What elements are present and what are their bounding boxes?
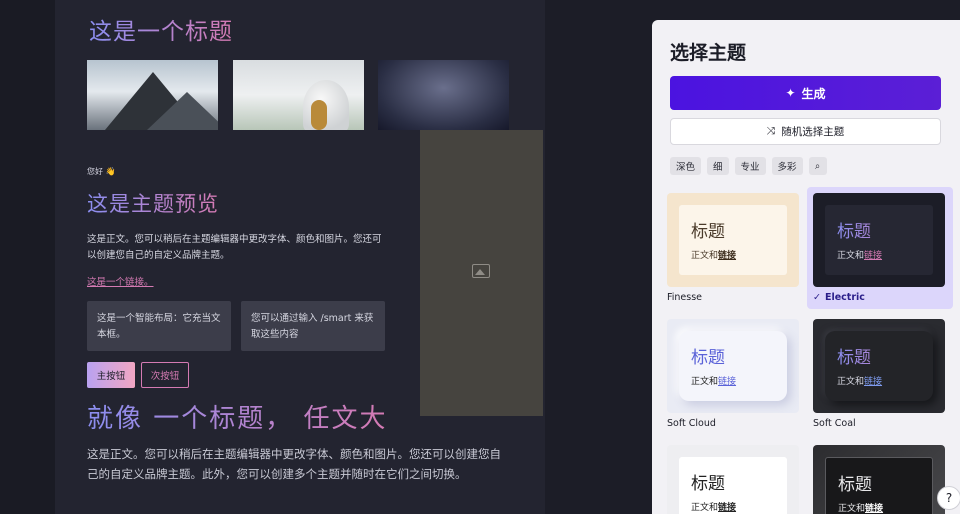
generate-button[interactable]: ✦ 生成 — [670, 76, 941, 110]
long-body-text: 这是正文。您可以稍后在主题编辑器中更改字体、颜色和图片。您还可以创建您自己的自定… — [87, 447, 501, 481]
random-theme-button[interactable]: ⤨ 随机选择主题 — [670, 118, 941, 145]
primary-button[interactable]: 主按钮 — [87, 362, 135, 388]
astronaut-image — [233, 60, 364, 130]
hero-title: 这是一个标题 — [89, 12, 233, 46]
canvas-background — [545, 0, 652, 514]
smart-layout-box: 这是一个智能布局：它充当文本框。 — [87, 301, 231, 351]
theme-card-soft-coal[interactable]: 标题 正文和链接 Soft Coal — [813, 319, 945, 429]
help-button[interactable]: ? — [937, 486, 960, 510]
theme-card[interactable]: 标题 正文和链接 — [667, 445, 799, 514]
image-placeholder[interactable] — [420, 130, 543, 416]
theme-thumbnail: 标题 正文和链接 — [667, 445, 799, 514]
card-title: 标题 — [691, 474, 725, 494]
preview-body-text: 这是正文。您可以稍后在主题编辑器中更改字体、颜色和图片。您还可以创建您自己的自定… — [87, 234, 382, 261]
filter-chip-colorful[interactable]: 多彩 — [771, 157, 803, 175]
theme-thumbnail: 标题 正文和链接 — [667, 193, 799, 287]
card-title: 标题 — [837, 343, 921, 368]
card-body: 正文和链接 — [691, 251, 737, 261]
smart-layout-box: 您可以通过输入 /smart 来获取这些内容 — [241, 301, 385, 351]
theme-picker-panel: 选择主题 ✦ 生成 ⤨ 随机选择主题 深色 细 专业 多彩 ⌕ 标题 正文和链接… — [652, 20, 960, 514]
theme-name: Soft Cloud — [667, 418, 716, 429]
card-title: 标题 — [838, 475, 872, 495]
card-body: 正文和链接 — [838, 504, 884, 514]
theme-name: ✓ Electric — [813, 292, 865, 303]
filter-chip-professional[interactable]: 专业 — [734, 157, 766, 175]
theme-thumbnail: 标题 正文和链接 — [813, 319, 945, 413]
secondary-button[interactable]: 次按钮 — [141, 362, 189, 388]
sparkle-icon: ✦ — [785, 86, 796, 100]
theme-preview-canvas: 这是一个标题 您好 👋 这是主题预览 这是正文。您可以稍后在主题编辑器中更改字体… — [55, 0, 545, 514]
card-title: 标题 — [691, 222, 725, 242]
filter-chips: 深色 细 专业 多彩 ⌕ — [670, 157, 827, 175]
panel-title: 选择主题 — [670, 42, 747, 64]
card-title: 标题 — [691, 348, 725, 368]
checkmark-icon: ✓ — [813, 292, 821, 303]
starry-sky-image — [378, 60, 509, 130]
theme-thumbnail: 标题 正文和链接 — [813, 193, 945, 287]
theme-card-soft-cloud[interactable]: 标题 正文和链接 Soft Cloud — [667, 319, 799, 429]
left-sidebar — [0, 0, 55, 514]
greeting-text: 您好 👋 — [87, 167, 116, 176]
mountain-image — [87, 60, 218, 130]
search-icon[interactable]: ⌕ — [808, 157, 827, 175]
theme-card[interactable]: 标题 正文和链接 — [813, 445, 945, 514]
card-body: 正文和链接 — [837, 377, 883, 387]
shuffle-icon: ⤨ — [766, 125, 776, 137]
theme-card-finesse[interactable]: 标题 正文和链接 Finesse — [667, 193, 799, 303]
preview-link[interactable]: 这是一个链接。 — [87, 274, 154, 288]
image-icon — [472, 264, 490, 278]
generate-label: 生成 — [801, 86, 826, 101]
theme-name: Finesse — [667, 292, 703, 303]
theme-card-electric[interactable]: 标题 正文和链接 ✓ Electric — [813, 193, 945, 303]
card-body: 正文和链接 — [691, 503, 737, 513]
large-heading: 就像 一个标题， 任文大 — [87, 398, 388, 435]
preview-title: 这是主题预览 — [87, 188, 219, 218]
filter-chip-thin[interactable]: 细 — [707, 157, 729, 175]
card-body: 正文和链接 — [691, 377, 737, 387]
filter-chip-dark[interactable]: 深色 — [670, 157, 702, 175]
theme-thumbnail: 标题 正文和链接 — [667, 319, 799, 413]
card-title: 标题 — [837, 217, 921, 242]
card-body: 正文和链接 — [837, 251, 883, 261]
random-theme-label: 随机选择主题 — [781, 126, 845, 138]
theme-name: Soft Coal — [813, 418, 856, 429]
theme-thumbnail: 标题 正文和链接 — [813, 445, 945, 514]
